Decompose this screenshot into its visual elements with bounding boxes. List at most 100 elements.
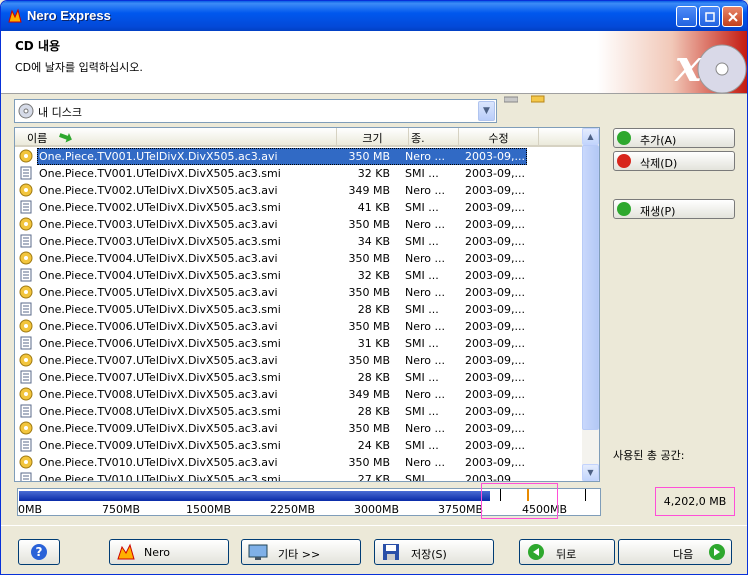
- file-size: 31 KB: [357, 337, 390, 350]
- next-button[interactable]: 다음: [618, 539, 732, 565]
- avi-file-icon: [19, 251, 33, 265]
- tick-highlight-box: [481, 483, 558, 519]
- file-type: SMI ...: [405, 269, 439, 282]
- list-header: 이름 크기 종. 수정: [15, 128, 584, 147]
- drive-select[interactable]: 내 디스크 ▼: [14, 99, 497, 123]
- table-row[interactable]: One.Piece.TV008.UTelDivX.DivX505.ac3.avi…: [15, 386, 584, 403]
- title-bar[interactable]: Nero Express: [1, 1, 747, 31]
- smi-file-icon: [20, 438, 32, 452]
- file-size: 41 KB: [357, 201, 390, 214]
- avi-file-icon: [19, 149, 33, 163]
- file-size: 27 KB: [357, 473, 390, 482]
- play-button-label: 재생(P): [640, 205, 676, 218]
- table-row[interactable]: One.Piece.TV010.UTelDivX.DivX505.ac3.smi…: [15, 471, 584, 482]
- help-icon: ?: [31, 544, 47, 560]
- table-row[interactable]: One.Piece.TV006.UTelDivX.DivX505.ac3.smi…: [15, 335, 584, 352]
- file-type: Nero ...: [405, 184, 445, 197]
- minimize-button[interactable]: [676, 6, 697, 27]
- file-modified: 2003-09,...: [465, 388, 525, 401]
- table-row[interactable]: One.Piece.TV006.UTelDivX.DivX505.ac3.avi…: [15, 318, 584, 335]
- table-row[interactable]: One.Piece.TV005.UTelDivX.DivX505.ac3.smi…: [15, 301, 584, 318]
- avi-file-icon: [19, 353, 33, 367]
- file-name: One.Piece.TV006.UTelDivX.DivX505.ac3.smi: [39, 337, 281, 350]
- table-row[interactable]: One.Piece.TV009.UTelDivX.DivX505.ac3.smi…: [15, 437, 584, 454]
- table-row[interactable]: One.Piece.TV009.UTelDivX.DivX505.ac3.avi…: [15, 420, 584, 437]
- wizard-footer: ? Nero 기타 >> 저장(S) 뒤로 다음: [1, 525, 747, 574]
- table-row[interactable]: One.Piece.TV002.UTelDivX.DivX505.ac3.smi…: [15, 199, 584, 216]
- svg-text:x: x: [674, 41, 702, 92]
- table-row[interactable]: One.Piece.TV007.UTelDivX.DivX505.ac3.smi…: [15, 369, 584, 386]
- play-button[interactable]: 재생(P): [613, 199, 735, 219]
- avi-file-icon: [19, 285, 33, 299]
- column-name[interactable]: 이름: [15, 128, 337, 146]
- delete-button[interactable]: 삭제(D): [613, 151, 735, 171]
- table-row[interactable]: One.Piece.TV010.UTelDivX.DivX505.ac3.avi…: [15, 454, 584, 471]
- smi-file-icon: [20, 472, 32, 481]
- table-row[interactable]: One.Piece.TV001.UTelDivX.DivX505.ac3.smi…: [15, 165, 584, 182]
- file-size: 349 MB: [348, 388, 390, 401]
- table-row[interactable]: One.Piece.TV003.UTelDivX.DivX505.ac3.smi…: [15, 233, 584, 250]
- file-name: One.Piece.TV008.UTelDivX.DivX505.ac3.avi: [39, 388, 278, 401]
- file-modified: 2003-09,...: [465, 303, 525, 316]
- file-type: SMI ...: [405, 405, 439, 418]
- file-name: One.Piece.TV002.UTelDivX.DivX505.ac3.avi: [39, 184, 278, 197]
- table-row[interactable]: One.Piece.TV001.UTelDivX.DivX505.ac3.avi…: [15, 148, 584, 165]
- scroll-thumb[interactable]: [582, 145, 599, 430]
- nero-express-window: Nero Express CD 내용 CD에 날자를 입력하십시오. x 내 디…: [0, 0, 748, 575]
- file-name: One.Piece.TV009.UTelDivX.DivX505.ac3.smi: [39, 439, 281, 452]
- smi-file-icon: [20, 166, 32, 180]
- more-button[interactable]: 기타 >>: [241, 539, 361, 565]
- back-button[interactable]: 뒤로: [519, 539, 615, 565]
- nero-button[interactable]: Nero: [109, 539, 229, 565]
- file-type: Nero ...: [405, 354, 445, 367]
- page-subtitle: CD에 날자를 입력하십시오.: [15, 61, 143, 74]
- scroll-up-icon[interactable]: ▲: [582, 128, 599, 145]
- file-type: SMI ...: [405, 371, 439, 384]
- drive-select-value: 내 디스크: [38, 106, 82, 119]
- file-modified: 2003-09,...: [465, 218, 525, 231]
- table-row[interactable]: One.Piece.TV007.UTelDivX.DivX505.ac3.avi…: [15, 352, 584, 369]
- table-row[interactable]: One.Piece.TV004.UTelDivX.DivX505.ac3.avi…: [15, 250, 584, 267]
- folder-icon[interactable]: [531, 95, 545, 103]
- list-rows: One.Piece.TV001.UTelDivX.DivX505.ac3.avi…: [15, 148, 584, 482]
- help-button[interactable]: ?: [18, 539, 60, 565]
- capacity-tick-label: 2250MB: [270, 503, 316, 516]
- next-arrow-icon: [709, 544, 725, 560]
- list-scrollbar[interactable]: ▲ ▼: [582, 128, 599, 481]
- smi-file-icon: [20, 336, 32, 350]
- page-title: CD 내용: [15, 39, 61, 53]
- file-modified: 2003-09,...: [465, 167, 525, 180]
- smi-file-icon: [20, 370, 32, 384]
- help-glyph: ?: [36, 545, 43, 559]
- table-row[interactable]: One.Piece.TV003.UTelDivX.DivX505.ac3.avi…: [15, 216, 584, 233]
- column-size[interactable]: 크기: [337, 128, 409, 146]
- file-list[interactable]: 이름 크기 종. 수정 One.Piece.TV001.UTelDivX.Div…: [14, 127, 600, 482]
- table-row[interactable]: One.Piece.TV002.UTelDivX.DivX505.ac3.avi…: [15, 182, 584, 199]
- file-modified: 2003-09,...: [465, 371, 525, 384]
- file-size: 350 MB: [348, 150, 390, 163]
- maximize-button[interactable]: [699, 6, 720, 27]
- table-row[interactable]: One.Piece.TV004.UTelDivX.DivX505.ac3.smi…: [15, 267, 584, 284]
- file-name: One.Piece.TV002.UTelDivX.DivX505.ac3.smi: [39, 201, 281, 214]
- nero-flame-icon: [8, 8, 22, 23]
- file-name: One.Piece.TV004.UTelDivX.DivX505.ac3.smi: [39, 269, 281, 282]
- nero-logo-art: x: [597, 31, 747, 93]
- column-type[interactable]: 종.: [409, 128, 459, 146]
- capacity-fill: [19, 491, 490, 501]
- chevron-down-icon[interactable]: ▼: [478, 101, 495, 121]
- table-row[interactable]: One.Piece.TV008.UTelDivX.DivX505.ac3.smi…: [15, 403, 584, 420]
- delete-button-label: 삭제(D): [640, 157, 678, 170]
- file-modified: 2003-09,...: [465, 439, 525, 452]
- column-modified[interactable]: 수정: [459, 128, 539, 146]
- add-button[interactable]: 추가(A): [613, 128, 735, 148]
- view-toggle-icon[interactable]: [504, 95, 518, 103]
- save-button[interactable]: 저장(S): [374, 539, 494, 565]
- scroll-down-icon[interactable]: ▼: [582, 464, 599, 481]
- file-type: Nero ...: [405, 388, 445, 401]
- close-button[interactable]: [722, 6, 743, 27]
- file-modified: 2003-09,...: [465, 320, 525, 333]
- table-row[interactable]: One.Piece.TV005.UTelDivX.DivX505.ac3.avi…: [15, 284, 584, 301]
- file-size: 32 KB: [357, 269, 390, 282]
- file-type: Nero ...: [405, 320, 445, 333]
- avi-file-icon: [19, 421, 33, 435]
